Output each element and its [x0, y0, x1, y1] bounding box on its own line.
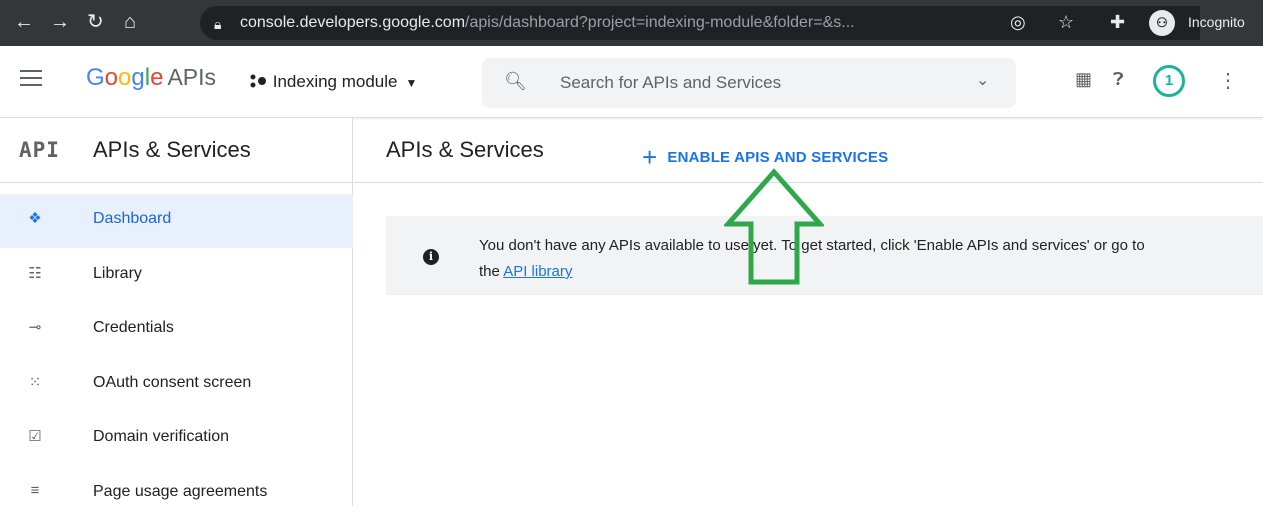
api-badge: API [19, 138, 60, 162]
notifications-badge[interactable]: 1 [1153, 65, 1185, 97]
checkbox-icon: ☑ [28, 428, 42, 445]
url-text[interactable]: console.developers.google.com/apis/dashb… [240, 14, 855, 32]
sidebar-item-label: Domain verification [93, 428, 230, 445]
consent-icon: ⁙ [28, 374, 42, 391]
eye-off-icon[interactable]: ◎ [1010, 11, 1026, 33]
help-icon[interactable]: ❓︎ [1113, 69, 1124, 90]
extensions-icon[interactable]: ✚ [1110, 11, 1125, 33]
star-icon[interactable]: ☆ [1058, 11, 1074, 33]
info-icon: i [423, 249, 439, 265]
search-bar[interactable]: 🔍︎ Search for APIs and Services ⌄ [482, 58, 1016, 108]
more-options-icon[interactable]: ⋮ [1218, 68, 1238, 93]
page-title: APIs & Services [386, 137, 544, 162]
banner-text-2: the [479, 263, 500, 280]
sidebar-item-label: Library [93, 265, 142, 282]
search-input[interactable]: Search for APIs and Services [560, 73, 781, 93]
key-icon: ⊸ [28, 319, 42, 336]
menu-icon[interactable] [20, 70, 42, 91]
sidebar-item-domain-verification[interactable]: ☑ Domain verification [0, 412, 353, 466]
project-icon [250, 74, 266, 88]
sidebar: API APIs & Services ❖ Dashboard ☷ Librar… [0, 118, 353, 506]
sidebar-item-page-usage[interactable]: ≡ Page usage agreements [0, 467, 353, 521]
google-wordmark: Google [86, 64, 164, 91]
sidebar-item-label: Page usage agreements [93, 483, 268, 500]
banner-message: You don't have any APIs available to use… [479, 233, 1145, 285]
plus-icon: + [642, 142, 658, 172]
settings-list-icon: ≡ [30, 482, 40, 499]
sidebar-item-library[interactable]: ☷ Library [0, 249, 353, 303]
google-apis-logo[interactable]: Google APIs [86, 64, 216, 92]
sidebar-title: APIs & Services [93, 137, 251, 162]
sidebar-header: API APIs & Services [0, 118, 353, 183]
incognito-label[interactable]: Incognito [1188, 14, 1245, 30]
chevron-down-icon[interactable]: ⌄ [976, 70, 989, 90]
banner-text: You don't have any APIs available to use… [479, 237, 1145, 254]
reload-icon[interactable]: ↻ [87, 10, 104, 34]
home-icon[interactable]: ⌂ [124, 10, 136, 34]
back-icon[interactable]: ← [14, 10, 34, 34]
browser-toolbar: ← → ↻ ⌂ 🔒︎ console.developers.google.com… [0, 0, 1263, 46]
main-header: APIs & Services + ENABLE APIS AND SERVICE… [354, 118, 1263, 183]
info-banner: i You don't have any APIs available to u… [386, 216, 1263, 295]
incognito-icon[interactable]: ⚇ [1149, 10, 1175, 36]
library-icon: ☷ [28, 265, 42, 282]
sidebar-item-label: OAuth consent screen [93, 374, 252, 391]
enable-apis-label: ENABLE APIS AND SERVICES [667, 149, 889, 166]
caret-down-icon: ▼ [405, 76, 418, 90]
lock-icon[interactable]: 🔒︎ [214, 13, 221, 35]
search-icon: 🔍︎ [504, 71, 527, 91]
forward-icon[interactable]: → [50, 10, 70, 34]
project-name: Indexing module [272, 72, 398, 91]
sidebar-item-label: Dashboard [93, 210, 172, 227]
dashboard-icon: ❖ [28, 210, 42, 227]
gift-icon[interactable]: ▦ [1075, 69, 1092, 90]
api-library-link[interactable]: API library [503, 263, 572, 280]
apis-wordmark: APIs [167, 64, 217, 90]
sidebar-item-credentials[interactable]: ⊸ Credentials [0, 303, 353, 357]
sidebar-item-oauth-consent[interactable]: ⁙ OAuth consent screen [0, 358, 353, 412]
sidebar-item-dashboard[interactable]: ❖ Dashboard [0, 194, 353, 248]
sidebar-item-label: Credentials [93, 319, 174, 336]
enable-apis-button[interactable]: + ENABLE APIS AND SERVICES [642, 138, 889, 172]
console-header: Google APIs Indexing module ▼ 🔍︎ Search fo… [0, 46, 1263, 118]
project-selector[interactable]: Indexing module ▼ [250, 72, 417, 92]
